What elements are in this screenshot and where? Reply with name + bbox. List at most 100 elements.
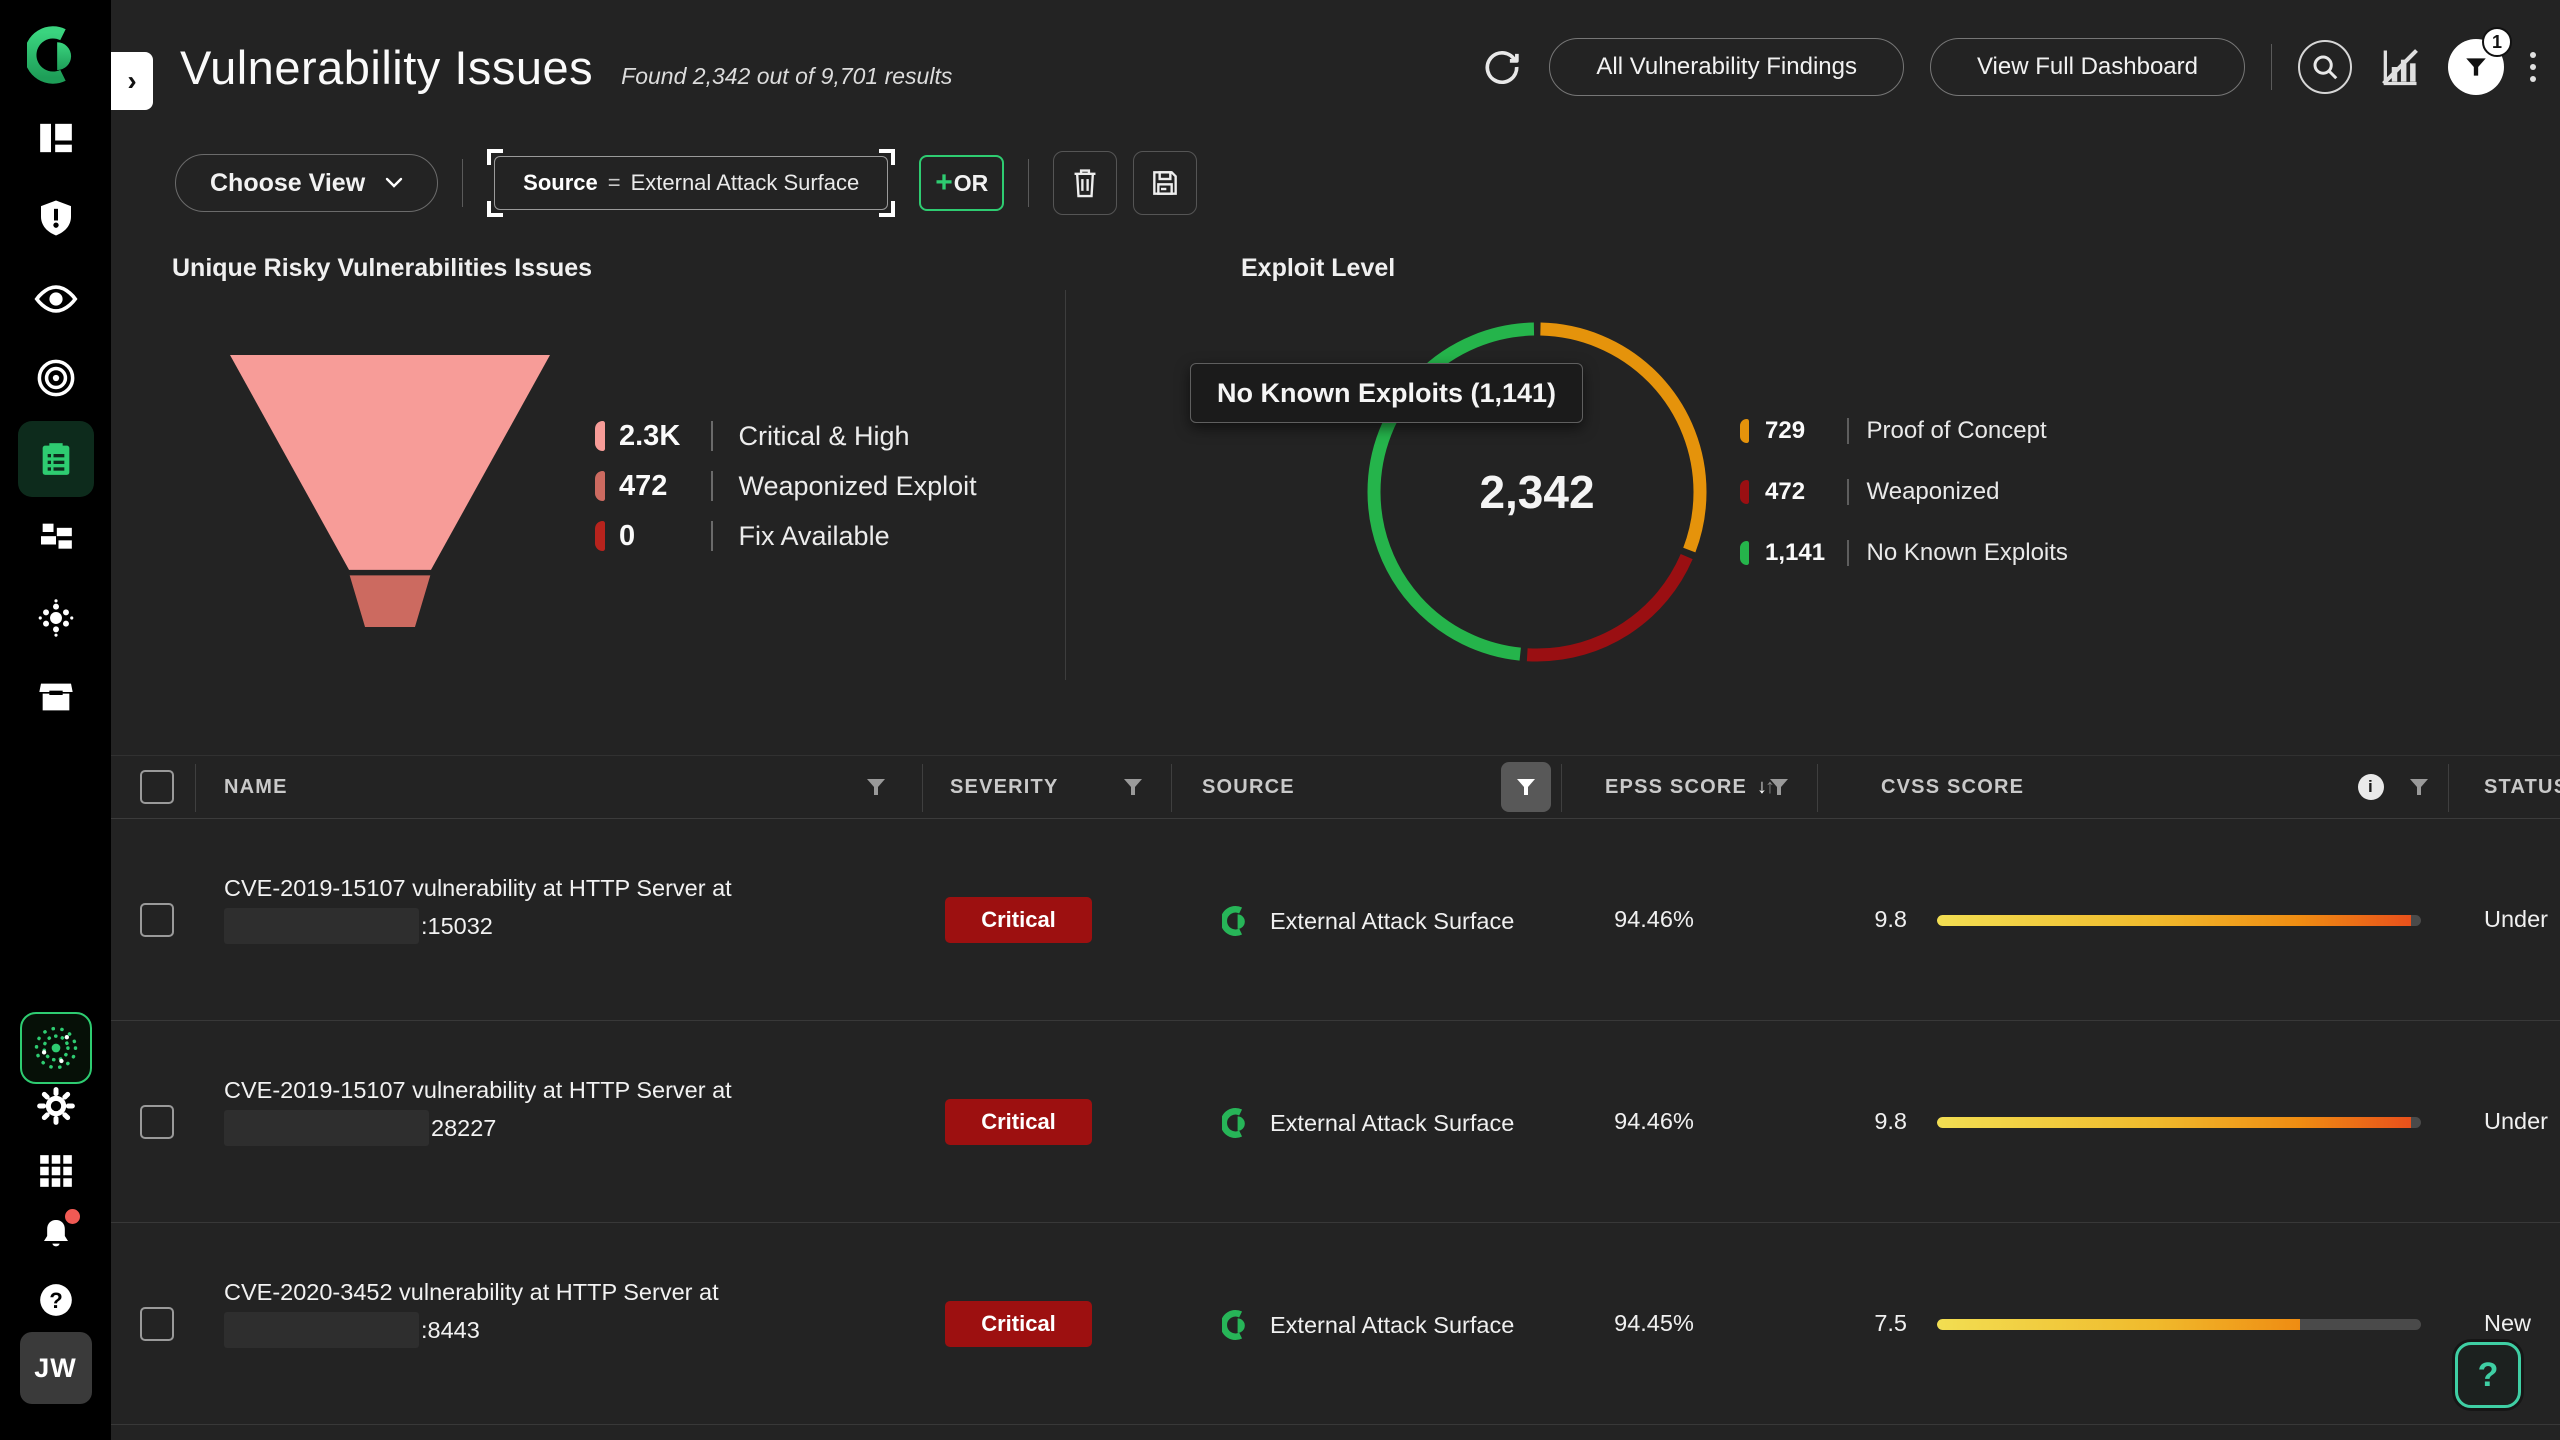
sidebar-expand-button[interactable]: › [111,52,153,110]
vulnerability-name[interactable]: CVE-2019-15107 vulnerability at HTTP Ser… [224,869,732,945]
name-filter-icon[interactable] [866,756,886,818]
row-checkbox[interactable] [140,1307,174,1341]
brand-logo-icon[interactable] [27,26,85,84]
filterbar-divider [1028,159,1029,207]
sidebar-item-assets[interactable] [36,517,76,557]
epss-score: 94.46% [1594,1108,1714,1135]
filter-count-badge: 1 [2482,27,2512,57]
sidebar-item-exposure[interactable] [35,357,77,399]
source-brand-icon [1222,1310,1252,1340]
source-filter-icon-active[interactable] [1501,762,1551,812]
stat-value: 0 [619,520,711,553]
choose-view-label: Choose View [210,169,365,198]
column-header-name[interactable]: NAME [224,756,288,818]
save-icon [1149,167,1181,199]
table-row[interactable]: CVE-2019-15107 vulnerability at HTTP Ser… [111,1021,2560,1223]
column-header-status[interactable]: STATUS [2484,756,2560,818]
legend-separator [711,471,713,501]
choose-view-dropdown[interactable]: Choose View [175,154,438,212]
save-view-button[interactable] [1133,151,1197,215]
source-label: External Attack Surface [1270,1110,1514,1137]
view-full-dashboard-button[interactable]: View Full Dashboard [1930,38,2245,96]
filter-chip-source[interactable]: Source = External Attack Surface [487,149,895,217]
name-port: :15032 [421,907,493,945]
donut-total: 2,342 [1347,302,1727,682]
all-vulnerability-findings-button[interactable]: All Vulnerability Findings [1549,38,1904,96]
header-actions: All Vulnerability Findings View Full Das… [1481,36,2536,98]
dashboard-icon [36,118,76,158]
stat-label: Critical & High [739,421,910,452]
column-header-severity[interactable]: SEVERITY [950,756,1059,818]
titlebar: Vulnerability Issues Found 2,342 out of … [180,40,952,95]
column-divider [2448,764,2449,812]
name-port: :8443 [421,1311,480,1349]
donut-legend-row[interactable]: 1,141 No Known Exploits [1740,535,2068,571]
redacted-host [224,908,419,944]
add-or-condition-button[interactable]: + OR [919,155,1004,211]
sidebar-item-visibility[interactable] [34,277,78,321]
chip-value: External Attack Surface [631,170,860,196]
sidebar-item-help[interactable]: ? [37,1281,75,1319]
charts-row: Unique Risky Vulnerabilities Issues 2.3K… [111,250,2560,730]
legend-label: Proof of Concept [1867,417,2047,445]
vulnerability-name[interactable]: CVE-2019-15107 vulnerability at HTTP Ser… [224,1071,732,1147]
column-header-cvss[interactable]: CVSS SCORE [1881,756,2024,818]
sidebar-item-risks[interactable] [36,198,76,238]
sidebar-item-threats[interactable] [35,597,77,639]
help-button[interactable]: ? [2455,1342,2521,1408]
epss-filter-icon[interactable] [1769,756,1789,818]
funnel-chart [230,355,550,627]
source-cell: External Attack Surface [1222,1310,1514,1340]
vulnerability-name[interactable]: CVE-2020-3452 vulnerability at HTTP Serv… [224,1273,719,1349]
severity-badge: Critical [945,897,1092,943]
user-avatar[interactable]: JW [20,1332,92,1404]
column-header-source[interactable]: SOURCE [1202,756,1295,818]
donut-legend-row[interactable]: 729 Proof of Concept [1740,413,2068,449]
legend-separator [1847,540,1849,566]
sidebar-item-scanner[interactable] [20,1012,92,1084]
column-divider [1171,764,1172,812]
sidebar-item-notifications[interactable] [36,1215,76,1255]
search-icon[interactable] [2298,40,2352,94]
chip-operator: = [608,170,621,196]
select-all-checkbox[interactable] [140,770,174,804]
sidebar-item-settings[interactable] [36,1086,76,1126]
severity-badge: Critical [945,1301,1092,1347]
row-checkbox[interactable] [140,1105,174,1139]
kebab-menu-icon[interactable] [2530,52,2536,82]
exploit-level-donut: 2,342 [1347,302,1727,682]
table-row[interactable]: CVE-2020-3452 vulnerability at HTTP Serv… [111,1223,2560,1425]
severity-filter-icon[interactable] [1123,756,1143,818]
cvss-filter-icon[interactable] [2409,756,2429,818]
cvss-bar [1937,1319,2421,1330]
table-row[interactable]: CVE-2019-15107 vulnerability at HTTP Ser… [111,819,2560,1021]
sidebar-item-issues-active[interactable] [18,421,94,497]
sidebar-item-marketplace[interactable] [36,677,76,717]
cvss-info-icon[interactable]: i [2358,756,2384,818]
delete-filter-button[interactable] [1053,151,1117,215]
column-divider [1561,764,1562,812]
row-checkbox[interactable] [140,903,174,937]
stat-label: Weaponized Exploit [739,471,977,502]
redacted-host [224,1312,419,1348]
refresh-icon[interactable] [1481,46,1523,88]
column-header-epss[interactable]: EPSS SCORE ↓↑ [1605,756,1773,818]
sidebar-item-apps[interactable] [37,1152,75,1190]
filter-bar: Choose View Source = External Attack Sur… [175,148,1197,218]
status-cell: New [2484,1310,2531,1337]
donut-legend-row[interactable]: 472 Weaponized [1740,474,2068,510]
sidebar-item-dashboard[interactable] [36,118,76,158]
stat-label: Fix Available [739,521,890,552]
chip-corner [879,149,895,165]
chip-corner [879,201,895,217]
panel-divider [1065,290,1066,680]
cvss-bar [1937,1117,2421,1128]
legend-value: 729 [1765,417,1829,445]
legend-marker [1740,419,1749,443]
filter-icon[interactable]: 1 [2448,39,2504,95]
cvss-bar [1937,915,2421,926]
name-port: 28227 [431,1109,496,1147]
funnel-legend-row: 0 Fix Available [595,518,977,554]
source-filter-active [1501,756,1551,818]
chart-toggle-icon[interactable] [2378,45,2422,89]
